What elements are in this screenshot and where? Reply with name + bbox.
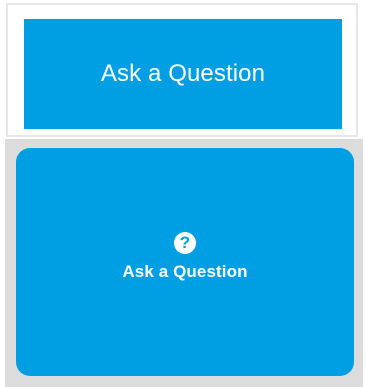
ask-question-widgets: Ask a Question ? Ask a Question — [0, 0, 366, 387]
ask-question-button[interactable]: Ask a Question — [24, 19, 342, 129]
question-circle-icon: ? — [174, 232, 196, 254]
ask-question-tile-panel: ? Ask a Question — [5, 139, 363, 387]
ask-question-tile-label: Ask a Question — [122, 262, 248, 281]
ask-question-tile-button[interactable]: ? Ask a Question — [16, 148, 354, 376]
ask-question-card: Ask a Question — [6, 3, 358, 137]
ask-question-button-label: Ask a Question — [100, 60, 266, 87]
